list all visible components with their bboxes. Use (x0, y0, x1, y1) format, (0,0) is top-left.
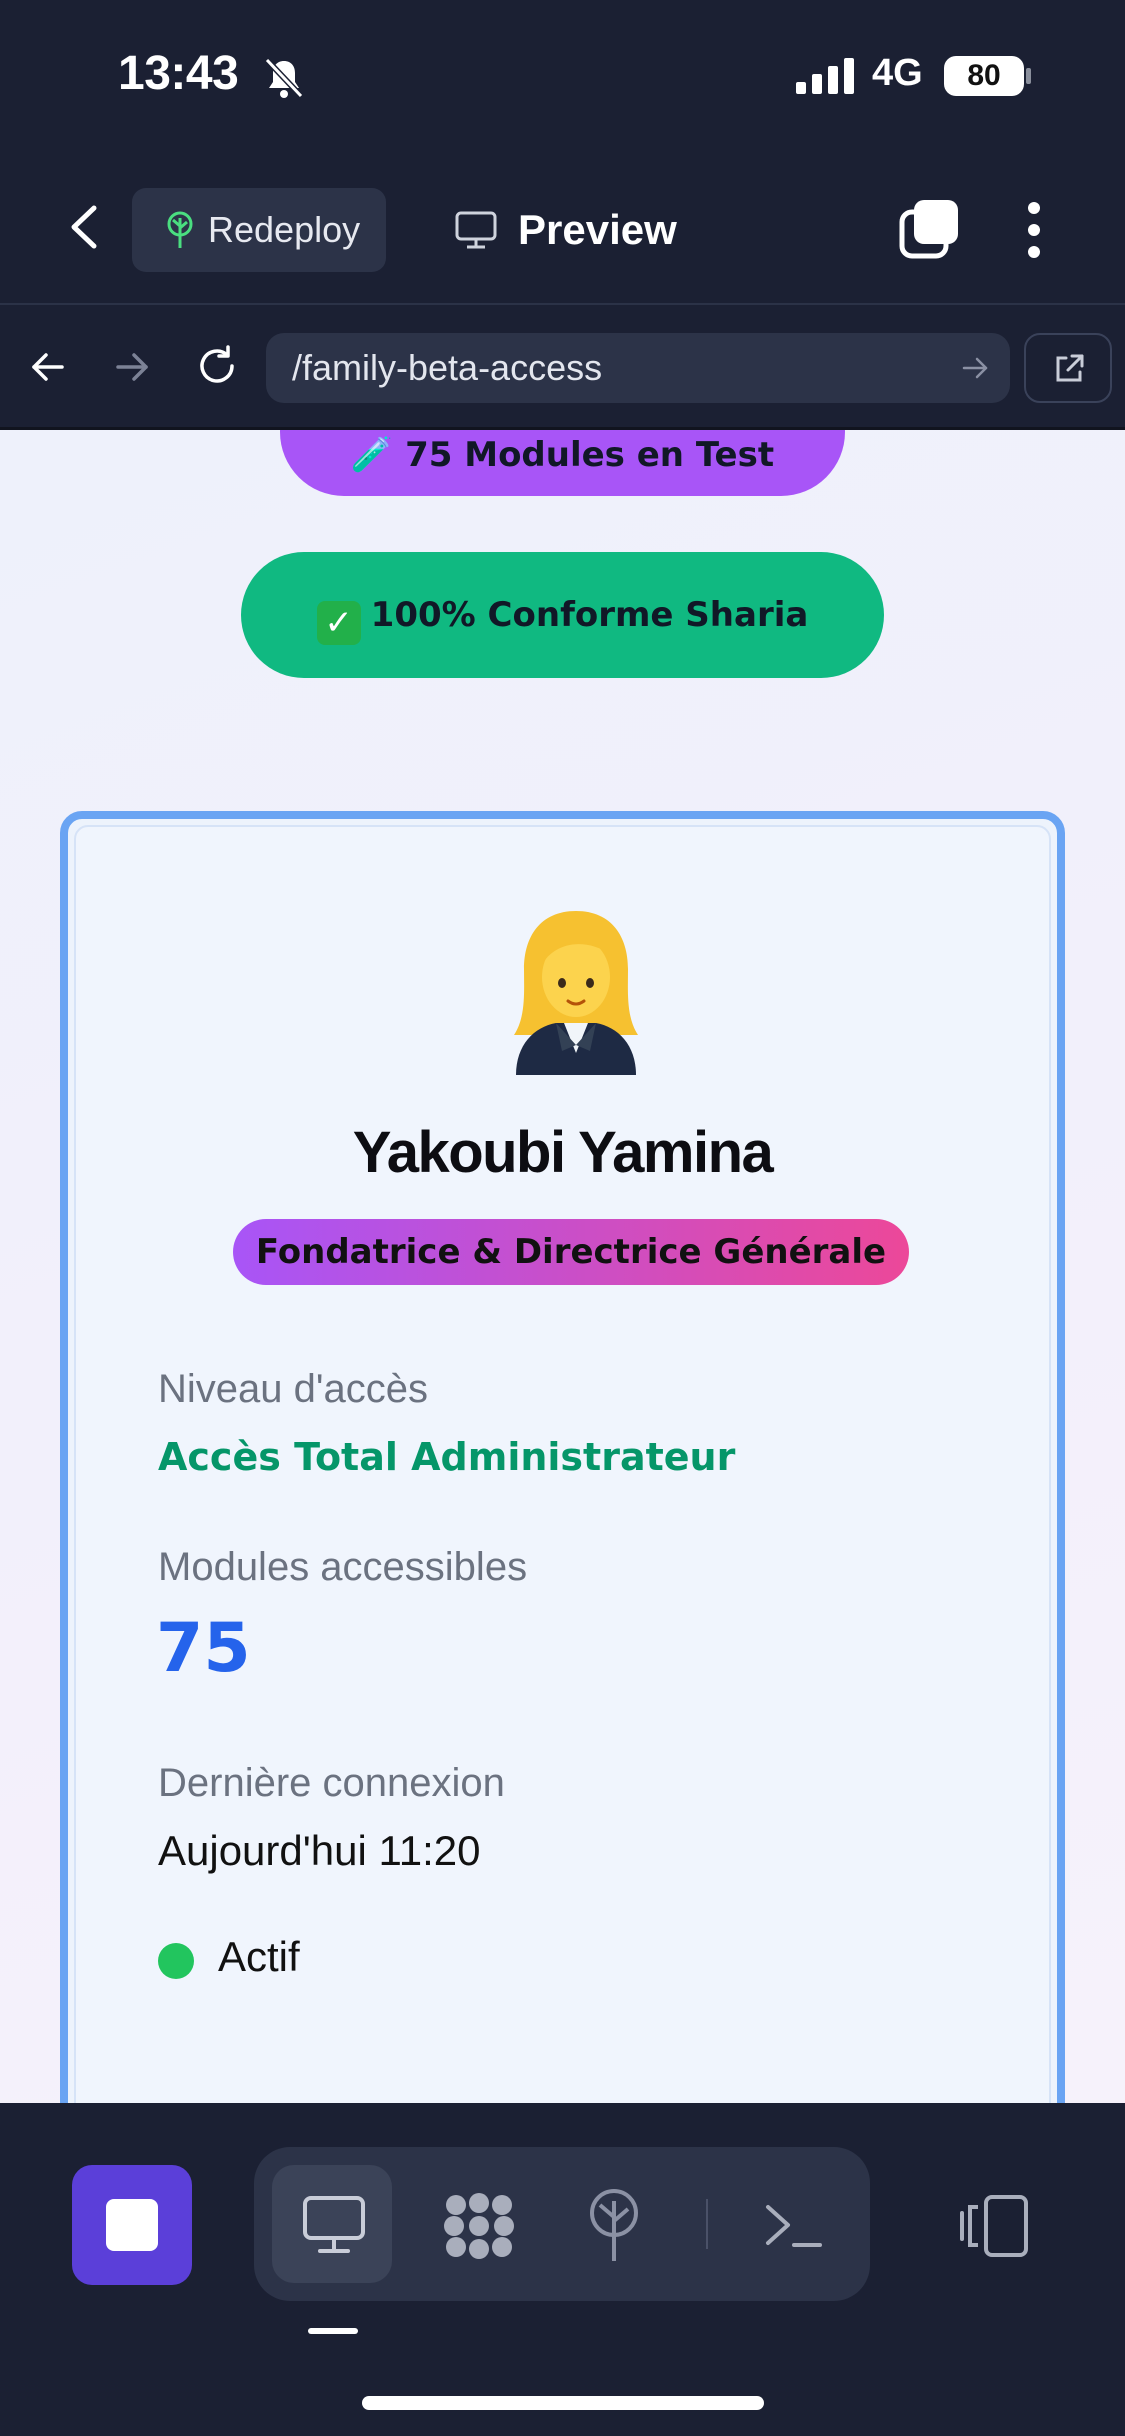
last-login-value: Aujourd'hui 11:20 (158, 1827, 481, 1874)
modules-accessible-value: 75 (156, 1609, 251, 1688)
preview-button[interactable]: Preview (450, 188, 710, 272)
devices-icon[interactable] (958, 2195, 1030, 2257)
sharia-compliance-pill: ✓ 100% Conforme Sharia (241, 552, 884, 678)
sharia-compliance-label: 100% Conforme Sharia (370, 595, 809, 635)
agents-icon[interactable] (440, 2191, 518, 2261)
modules-test-label: 🧪 75 Modules en Test (350, 435, 775, 475)
deploy-icon[interactable] (582, 2187, 646, 2263)
businesswoman-avatar-icon (514, 911, 638, 1075)
reload-icon[interactable] (194, 343, 240, 389)
redeploy-button[interactable]: Redeploy (132, 188, 386, 272)
external-link-icon (1056, 354, 1084, 382)
access-level-label: Niveau d'accès (158, 1367, 428, 1411)
status-dot (158, 1943, 194, 1979)
shell-icon[interactable] (762, 2197, 824, 2253)
role-badge: Fondatrice & Directrice Générale (233, 1219, 909, 1285)
status-bar: 13:43 4G 80 (0, 0, 1125, 150)
redeploy-label: Redeploy (208, 209, 361, 250)
stop-button[interactable] (72, 2165, 192, 2285)
url-text: /family-beta-access (292, 347, 603, 388)
app-header: Redeploy Preview (0, 150, 1125, 305)
open-external-button[interactable] (1024, 333, 1112, 403)
toolbar-divider (706, 2199, 708, 2249)
bottom-toolbar (0, 2103, 1125, 2436)
back-chevron-icon[interactable] (62, 202, 106, 252)
tree-icon (167, 211, 193, 248)
access-level-value: Accès Total Administrateur (158, 1435, 736, 1479)
modules-test-pill: 🧪 75 Modules en Test (280, 430, 845, 496)
monitor-icon (455, 211, 497, 249)
check-mark-icon: ✓ (316, 601, 361, 645)
profile-name: Yakoubi Yamina (352, 1120, 774, 1185)
network-label: 4G (872, 52, 923, 94)
battery-tip (1026, 68, 1031, 84)
arrow-left-icon[interactable] (28, 347, 68, 387)
battery-indicator: 80 (944, 56, 1024, 96)
go-arrow-icon[interactable] (960, 353, 990, 383)
url-input[interactable]: /family-beta-access (266, 333, 1010, 403)
tool-switcher (254, 2147, 870, 2301)
status-time: 13:43 (118, 47, 239, 100)
signal-icon (796, 58, 854, 94)
more-vertical-icon[interactable] (1024, 200, 1044, 260)
active-tool-indicator (308, 2328, 358, 2334)
bell-slash-icon (264, 57, 304, 99)
preview-label: Preview (518, 206, 677, 253)
web-preview[interactable]: 🧪 75 Modules en Test ✓ 100% Conforme Shar… (0, 430, 1125, 2103)
tabs-icon[interactable] (898, 198, 960, 260)
status-text: Actif (218, 1933, 300, 1980)
desktop-icon[interactable] (302, 2195, 366, 2255)
home-indicator[interactable] (362, 2396, 764, 2410)
profile-card-inner: Yakoubi Yamina Fondatrice & Directrice G… (74, 825, 1051, 2103)
profile-card[interactable]: Yakoubi Yamina Fondatrice & Directrice G… (60, 811, 1065, 2103)
stop-icon (106, 2199, 158, 2251)
modules-accessible-label: Modules accessibles (158, 1545, 528, 1589)
arrow-right-icon[interactable] (112, 347, 152, 387)
last-login-label: Dernière connexion (158, 1761, 505, 1805)
browser-bar: /family-beta-access (0, 305, 1125, 430)
